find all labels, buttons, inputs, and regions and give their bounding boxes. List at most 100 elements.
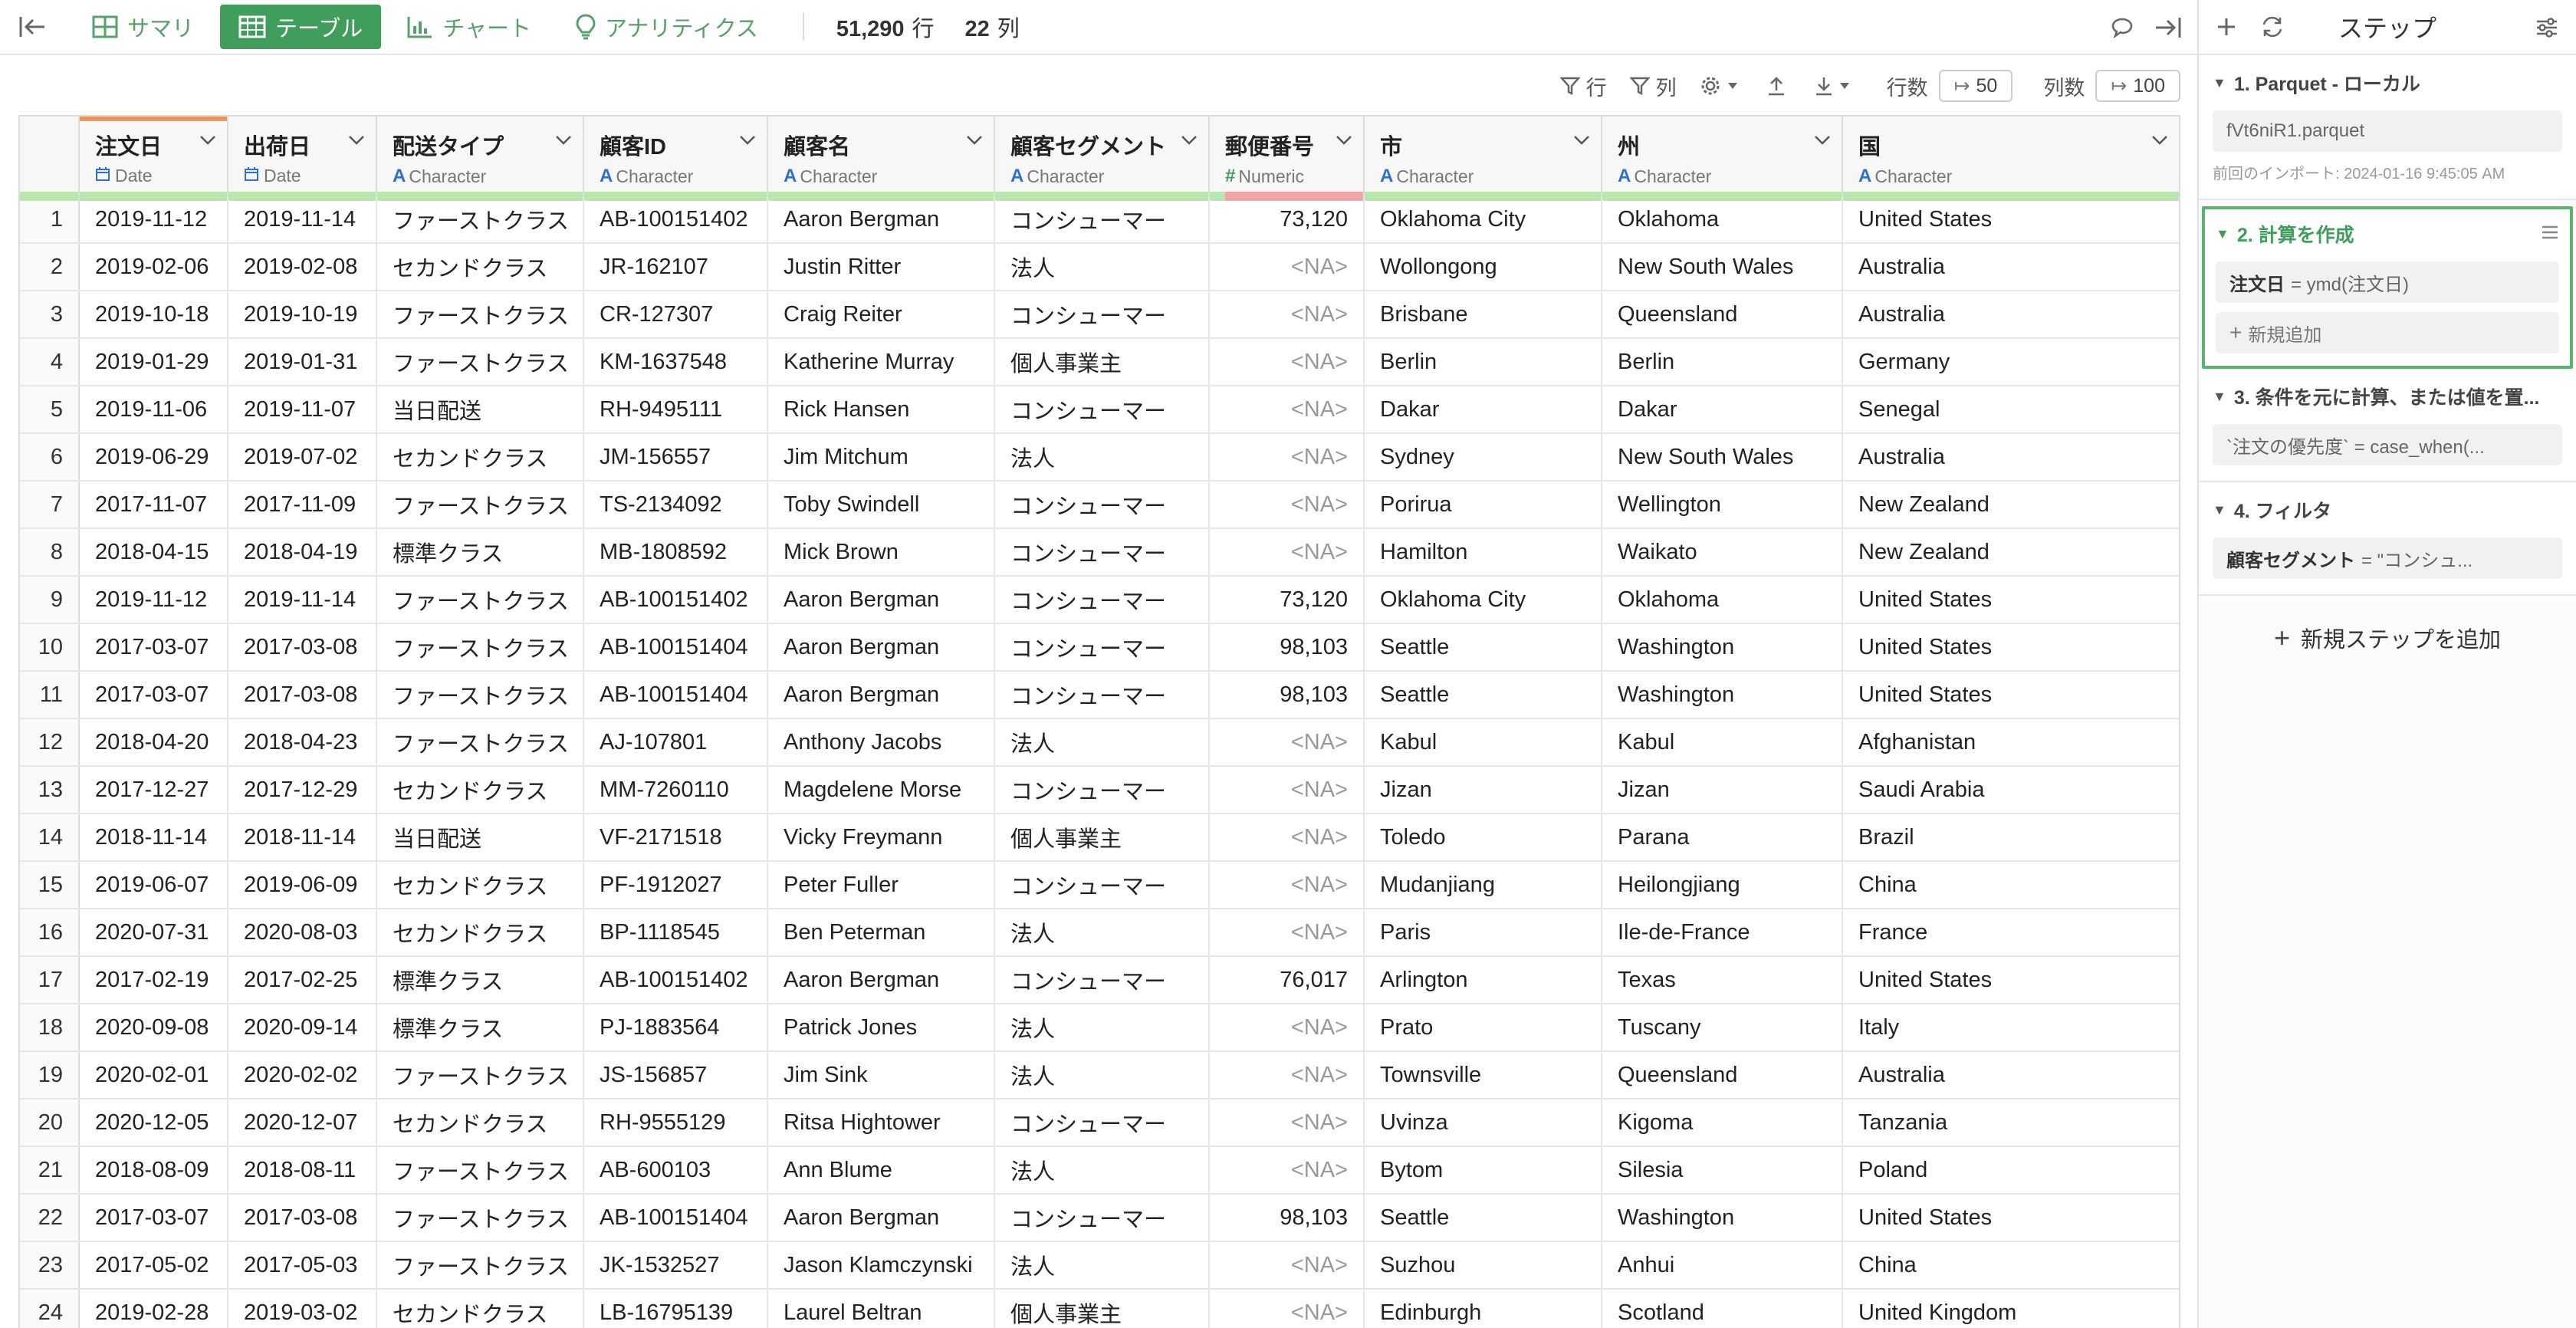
column-type: A Character (1618, 166, 1826, 187)
column-header[interactable]: 注文日 Date (80, 117, 228, 201)
chevron-down-icon[interactable] (1814, 135, 1831, 150)
table-row[interactable]: 9 2019-11-12 2019-11-14 ファーストクラス AB-10015140… (20, 577, 2179, 624)
table-cell: コンシューマー (995, 577, 1210, 623)
table-cell: ファーストクラス (377, 624, 584, 670)
table-row[interactable]: 22 2017-03-07 2017-03-08 ファーストクラス AB-1001514… (20, 1195, 2179, 1242)
column-header[interactable]: 州 A Character (1602, 117, 1843, 201)
add-new-step-button[interactable]: + 新規ステップを追加 (2199, 596, 2576, 680)
tab-summary[interactable]: サマリ (74, 5, 212, 49)
refresh-icon[interactable] (2256, 10, 2289, 44)
table-row[interactable]: 3 2019-10-18 2019-10-19 ファーストクラス CR-127307 Cr… (20, 291, 2179, 339)
tab-analytics[interactable]: アナリティクス (557, 5, 777, 49)
chevron-down-icon[interactable] (1336, 135, 1352, 150)
step-detail[interactable]: 顧客セグメント = "コンシュ... (2213, 537, 2562, 579)
chevron-down-icon[interactable] (199, 135, 216, 150)
sliders-settings-icon[interactable] (2530, 11, 2564, 44)
column-type-label: Character (616, 166, 694, 186)
table-row[interactable]: 7 2017-11-07 2017-11-09 ファーストクラス TS-2134092 T… (20, 482, 2179, 529)
table-cell: Heilongjiang (1602, 862, 1843, 908)
add-new-calculation-button[interactable]: + 新規追加 (2216, 312, 2559, 353)
table-row[interactable]: 8 2018-04-15 2018-04-19 標準クラス MB-1808592 Mick… (20, 529, 2179, 577)
chevron-down-icon[interactable] (555, 135, 572, 150)
column-header[interactable]: 配送タイプ A Character (377, 117, 584, 201)
table-row[interactable]: 17 2017-02-19 2017-02-25 標準クラス AB-100151402 A… (20, 957, 2179, 1004)
chevron-down-icon[interactable] (1573, 135, 1590, 150)
table-row[interactable]: 11 2017-03-07 2017-03-08 ファーストクラス AB-1001514… (20, 672, 2179, 719)
table-cell: 2018-04-19 (228, 529, 377, 575)
table-cell: 2020-09-14 (228, 1004, 377, 1050)
table-row[interactable]: 23 2017-05-02 2017-05-03 ファーストクラス JK-1532527… (20, 1242, 2179, 1290)
column-header[interactable]: 市 A Character (1365, 117, 1602, 201)
collapse-triangle-icon[interactable]: ▼ (2213, 389, 2226, 405)
table-row[interactable]: 10 2017-03-07 2017-03-08 ファーストクラス AB-1001514… (20, 624, 2179, 672)
table-cell: セカンドクラス (377, 862, 584, 908)
settings-dropdown[interactable] (1700, 75, 1744, 97)
column-header[interactable]: 顧客名 A Character (768, 117, 995, 201)
upload-icon[interactable] (1767, 75, 1792, 97)
column-header[interactable]: 顧客セグメント A Character (995, 117, 1210, 201)
table-cell: Ile-de-France (1602, 909, 1843, 955)
columns-limit-input[interactable]: ↦ 100 (2095, 70, 2180, 102)
add-step-plus-icon[interactable] (2210, 10, 2243, 44)
column-header[interactable]: 顧客ID A Character (584, 117, 768, 201)
column-header[interactable]: 郵便番号 # Numeric (1210, 117, 1365, 201)
chevron-down-icon[interactable] (2151, 135, 2168, 150)
collapse-triangle-icon[interactable]: ▼ (2213, 75, 2226, 91)
chevron-down-icon[interactable] (966, 135, 983, 150)
table-row[interactable]: 2 2019-02-06 2019-02-08 セカンドクラス JR-162107 Jus… (20, 244, 2179, 291)
table-cell: ファーストクラス (377, 291, 584, 337)
table-cell: Seattle (1365, 1195, 1602, 1241)
step-detail[interactable]: fVt6niR1.parquet (2213, 110, 2562, 152)
step-4-filter[interactable]: ▼ 4. フィルタ 顧客セグメント = "コンシュ... (2199, 482, 2576, 596)
table-row[interactable]: 1 2019-11-12 2019-11-14 ファーストクラス AB-10015140… (20, 196, 2179, 244)
chevron-down-icon[interactable] (1181, 135, 1198, 150)
table-row[interactable]: 4 2019-01-29 2019-01-31 ファーストクラス KM-1637548 K… (20, 339, 2179, 386)
tab-chart[interactable]: チャート (389, 5, 550, 49)
collapse-panel-icon[interactable] (2151, 11, 2185, 44)
comment-icon[interactable] (2105, 11, 2139, 44)
back-to-left-icon[interactable] (17, 12, 48, 42)
chevron-down-icon[interactable] (739, 135, 756, 150)
table-row[interactable]: 19 2020-02-01 2020-02-02 ファーストクラス JS-156857 J… (20, 1052, 2179, 1100)
table-row[interactable]: 20 2020-12-05 2020-12-07 セカンドクラス RH-9555129 R… (20, 1100, 2179, 1147)
table-row[interactable]: 21 2018-08-09 2018-08-11 ファーストクラス AB-600103 A… (20, 1147, 2179, 1195)
table-cell: Berlin (1365, 339, 1602, 385)
hamburger-menu-icon[interactable] (2541, 223, 2559, 245)
table-cell: 2019-02-06 (80, 244, 228, 290)
table-row[interactable]: 5 2019-11-06 2019-11-07 当日配送 RH-9495111 Rick … (20, 386, 2179, 434)
step-2-create-calculation[interactable]: ▼ 2. 計算を作成 注文日 = ymd(注文日) + 新規追加 (2202, 206, 2573, 369)
character-type-icon: A (600, 166, 613, 186)
step-1-parquet[interactable]: ▼ 1. Parquet - ローカル fVt6niR1.parquet 前回の… (2199, 55, 2576, 200)
column-header[interactable]: 国 A Character (1843, 117, 2179, 201)
table-cell: <NA> (1210, 1147, 1365, 1193)
download-dropdown[interactable] (1815, 75, 1856, 97)
table-cell: United States (1843, 577, 2179, 623)
table-row[interactable]: 13 2017-12-27 2017-12-29 セカンドクラス MM-7260110 M… (20, 767, 2179, 814)
column-header[interactable]: 出荷日 Date (228, 117, 377, 201)
column-filter-button[interactable]: 列 (1629, 71, 1677, 101)
table-row[interactable]: 14 2018-11-14 2018-11-14 当日配送 VF-2171518 Vick… (20, 814, 2179, 862)
step-detail[interactable]: `注文の優先度` = case_when(... (2213, 424, 2562, 465)
hash-icon: # (1225, 166, 1236, 186)
table-cell: Patrick Jones (768, 1004, 995, 1050)
bar-chart-icon (407, 17, 432, 38)
tab-table[interactable]: テーブル (220, 5, 382, 49)
column-type-label: Character (1875, 166, 1953, 186)
column-type-label: Date (264, 166, 301, 186)
rows-limit-input[interactable]: ↦ 50 (1938, 70, 2013, 102)
chevron-down-icon[interactable] (348, 135, 365, 150)
column-count: 22 列 (965, 11, 1020, 43)
step-3-conditional-calculation[interactable]: ▼ 3. 条件を元に計算、または値を置... `注文の優先度` = case_w… (2199, 369, 2576, 482)
collapse-triangle-icon[interactable]: ▼ (2216, 226, 2229, 242)
table-row[interactable]: 6 2019-06-29 2019-07-02 セカンドクラス JM-156557 Jim… (20, 434, 2179, 482)
table-row[interactable]: 18 2020-09-08 2020-09-14 標準クラス PJ-1883564 Pat… (20, 1004, 2179, 1052)
table-row[interactable]: 15 2019-06-07 2019-06-09 セカンドクラス PF-1912027 P… (20, 862, 2179, 909)
table-row[interactable]: 16 2020-07-31 2020-08-03 セカンドクラス BP-1118545 B… (20, 909, 2179, 957)
table-cell: 2018-04-23 (228, 719, 377, 765)
table-row[interactable]: 24 2019-02-28 2019-03-02 セカンドクラス LB-16795139… (20, 1290, 2179, 1328)
row-filter-button[interactable]: 行 (1559, 71, 1607, 101)
step-detail[interactable]: 注文日 = ymd(注文日) (2216, 261, 2559, 303)
table-cell: Oklahoma City (1365, 196, 1602, 242)
table-row[interactable]: 12 2018-04-20 2018-04-23 ファーストクラス AJ-107801 A… (20, 719, 2179, 767)
collapse-triangle-icon[interactable]: ▼ (2213, 502, 2226, 518)
